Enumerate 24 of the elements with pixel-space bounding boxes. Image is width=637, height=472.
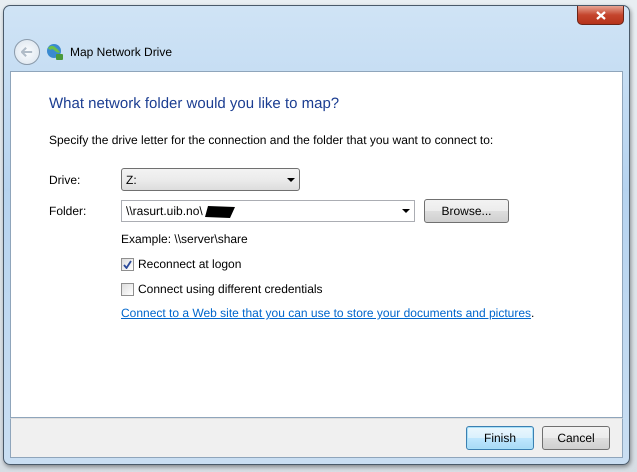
description-text: Specify the drive letter for the connection and the folder that you want to connect to: (49, 133, 494, 147)
network-drive-icon (46, 43, 64, 61)
window-title: Map Network Drive (70, 45, 172, 59)
close-button[interactable] (577, 6, 624, 25)
close-icon (596, 10, 606, 20)
dialog-heading: What network folder would you like to map? (49, 95, 340, 112)
drive-dropdown[interactable]: Z: (121, 168, 300, 191)
checkbox-label[interactable]: Connect using different credentials (138, 282, 323, 296)
dropdown-arrow-icon (287, 178, 295, 182)
back-button[interactable] (14, 39, 40, 65)
browse-button[interactable]: Browse... (424, 199, 509, 223)
dropdown-arrow-icon (402, 209, 410, 213)
checkbox[interactable] (121, 282, 134, 296)
example-text: Example: \\server\share (121, 232, 249, 246)
drive-label: Drive: (49, 172, 82, 186)
link-period: . (531, 306, 534, 320)
folder-label: Folder: (49, 204, 88, 218)
cancel-button[interactable]: Cancel (542, 426, 610, 450)
web-site-link[interactable]: Connect to a Web site that you can use to store your documents and pictures (121, 306, 532, 320)
checkbox-label[interactable]: Reconnect at logon (138, 257, 242, 271)
back-arrow-icon (21, 46, 33, 58)
checkbox[interactable] (121, 258, 134, 270)
finish-button[interactable]: Finish (466, 426, 534, 450)
folder-field[interactable]: \\rasurt.uib.no\ (121, 200, 415, 222)
